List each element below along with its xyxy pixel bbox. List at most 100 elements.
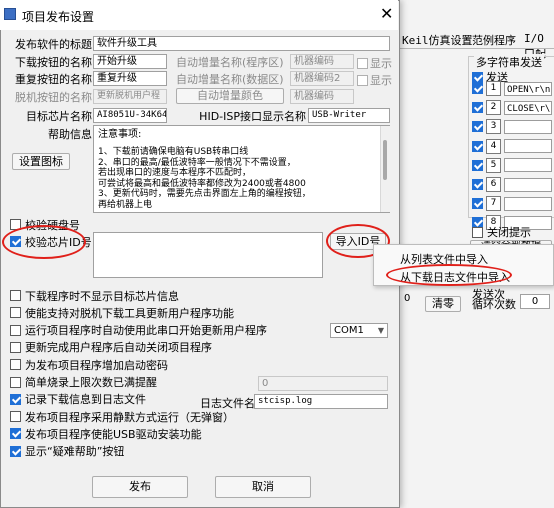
row-string-input[interactable]: [504, 177, 552, 192]
redownload-button-name-label: 重复按钮的名称: [15, 73, 92, 86]
help-line: 3、更新代码时，需要先点击界面左上角的编程按钮，: [98, 189, 311, 199]
help-info-label: 帮助信息: [48, 128, 92, 141]
option-row[interactable]: 简单烧录上限次数已满提醒: [10, 375, 157, 390]
row-send-button[interactable]: 5: [486, 157, 501, 173]
row-send-checkbox[interactable]: [472, 198, 483, 210]
option-label: 记录下载信息到日志文件: [25, 393, 146, 407]
clear-button[interactable]: 清零: [425, 296, 461, 312]
help-line: 若出现串口的速度与本程序不匹配时，: [98, 168, 252, 178]
machine-code1-input[interactable]: 机器编码: [290, 54, 354, 69]
machine-code3-input[interactable]: 机器编码: [290, 89, 354, 104]
tab-divider: [400, 48, 554, 49]
close-hint-checkbox[interactable]: [472, 226, 483, 238]
option-checkbox[interactable]: [10, 411, 21, 423]
multistring-row: 1 OPEN\r\n: [472, 81, 552, 96]
option-checkbox[interactable]: [10, 324, 21, 336]
close-hint-check[interactable]: 关闭提示: [472, 224, 531, 240]
option-checkbox[interactable]: [10, 393, 21, 405]
auto-name-prog-label: 自动增量名称(程序区): [176, 56, 284, 69]
help-line: 注意事项:: [98, 129, 142, 140]
option-checkbox[interactable]: [10, 376, 21, 388]
multistring-title: 多字符串发送: [474, 54, 544, 70]
tab-keil-sim[interactable]: Keil仿真设置: [402, 32, 473, 48]
scroll-thumb[interactable]: [383, 140, 387, 180]
help-line: 再给机器上电: [98, 199, 153, 210]
option-row[interactable]: 为发布项目程序增加启动密码: [10, 357, 168, 372]
project-title-input[interactable]: 软件升级工具: [93, 36, 390, 51]
option-row[interactable]: 发布项目程序使能USB驱动安装功能: [10, 426, 202, 441]
option-label: 为发布项目程序增加启动密码: [25, 358, 168, 372]
option-row[interactable]: 运行项目程序时自动使用此串口开始更新用户程序: [10, 323, 267, 338]
row-send-button[interactable]: 2: [486, 100, 501, 116]
row-send-checkbox[interactable]: [472, 159, 483, 171]
chip-id-list[interactable]: [93, 232, 323, 278]
show2-check[interactable]: 显示: [357, 72, 392, 88]
multistring-row: 3: [472, 119, 552, 135]
option-label: 更新完成用户程序后自动关闭项目程序: [25, 341, 212, 355]
redownload-button-name-input[interactable]: 重复升级: [93, 71, 167, 86]
publish-button[interactable]: 发布: [92, 476, 188, 498]
auto-color-button[interactable]: 自动增量颜色: [176, 88, 284, 104]
option-row[interactable]: 发布项目程序采用静默方式运行（无弹窗）: [10, 409, 234, 424]
project-title-label: 发布软件的标题: [15, 38, 92, 51]
row-send-checkbox[interactable]: [472, 102, 483, 114]
download-button-name-input[interactable]: 开始升级: [93, 54, 167, 69]
row-send-button[interactable]: 7: [486, 196, 501, 212]
option-checkbox[interactable]: [10, 428, 21, 440]
limit-count-input[interactable]: 0: [258, 376, 388, 391]
row-send-button[interactable]: 3: [486, 119, 501, 135]
help-scrollbar[interactable]: [380, 126, 390, 212]
offline-button-name-label: 脱机按钮的名称: [15, 91, 92, 104]
show1-checkbox[interactable]: [357, 57, 368, 69]
row-send-checkbox[interactable]: [472, 121, 483, 133]
set-icon-button[interactable]: 设置图标: [12, 153, 70, 170]
row-string-input[interactable]: [504, 158, 552, 173]
tab-examples[interactable]: 范例程序: [472, 32, 516, 48]
row-send-checkbox[interactable]: [472, 179, 483, 190]
log-file-name-input[interactable]: stcisp.log: [254, 394, 388, 409]
option-checkbox[interactable]: [10, 445, 21, 457]
close-icon[interactable]: ✕: [380, 4, 393, 23]
close-hint-label: 关闭提示: [487, 226, 531, 239]
multistring-row: 2 CLOSE\r\: [472, 100, 552, 116]
hid-isp-name-label: HID-ISP接口显示名称: [199, 110, 306, 123]
option-row[interactable]: 更新完成用户程序后自动关闭项目程序: [10, 340, 212, 355]
multistring-row: 6: [472, 177, 552, 192]
help-info-textarea[interactable]: 注意事项: 1、下载前请确保电脑有USB转串口线 2、串口的最高/最低波特率一般情况…: [93, 125, 390, 213]
machine-code2-input[interactable]: 机器编码2: [290, 71, 354, 86]
show2-label: 显示: [370, 74, 392, 87]
cancel-button[interactable]: 取消: [215, 476, 311, 498]
offline-button-name-input[interactable]: 更新脱机用户程: [93, 89, 167, 104]
target-chip-input[interactable]: AI8051U-34K64: [93, 108, 167, 123]
option-checkbox[interactable]: [10, 341, 21, 353]
option-checkbox[interactable]: [10, 359, 21, 371]
auto-name-data-label: 自动增量名称(数据区): [176, 73, 284, 86]
dialog-title: 项目发布设置: [22, 10, 95, 24]
row-string-input[interactable]: [504, 119, 552, 134]
row-string-input[interactable]: [504, 196, 552, 211]
row-string-input[interactable]: [504, 139, 552, 154]
option-label: 下载程序时不显示目标芯片信息: [25, 289, 179, 303]
option-row[interactable]: 记录下载信息到日志文件: [10, 392, 146, 407]
show1-check[interactable]: 显示: [357, 55, 392, 71]
loop-count-field[interactable]: 0: [520, 294, 550, 309]
multistring-row: 5: [472, 157, 552, 173]
option-row[interactable]: 下载程序时不显示目标芯片信息: [10, 288, 179, 303]
option-row[interactable]: 使能支持对脱机下载工具更新用户程序功能: [10, 305, 234, 320]
show2-checkbox[interactable]: [357, 74, 368, 86]
option-checkbox[interactable]: [10, 290, 21, 301]
row-send-button[interactable]: 4: [486, 138, 501, 154]
row-string-input[interactable]: CLOSE\r\: [504, 100, 552, 115]
highlight-ring-menu: [386, 264, 512, 286]
row-send-button[interactable]: 1: [486, 81, 501, 96]
row-send-button[interactable]: 6: [486, 177, 501, 192]
log-file-name-label: 日志文件名: [200, 397, 255, 410]
hid-isp-name-input[interactable]: USB-Writer: [308, 108, 390, 123]
loop-count-label: 循环次数: [472, 298, 516, 311]
row-send-checkbox[interactable]: [472, 140, 483, 152]
com-port-select[interactable]: COM1 ▼: [330, 323, 388, 338]
option-checkbox[interactable]: [10, 307, 21, 319]
row-string-input[interactable]: OPEN\r\n: [504, 81, 552, 96]
row-send-checkbox[interactable]: [472, 83, 483, 94]
option-row[interactable]: 显示“疑难帮助”按钮: [10, 444, 124, 459]
